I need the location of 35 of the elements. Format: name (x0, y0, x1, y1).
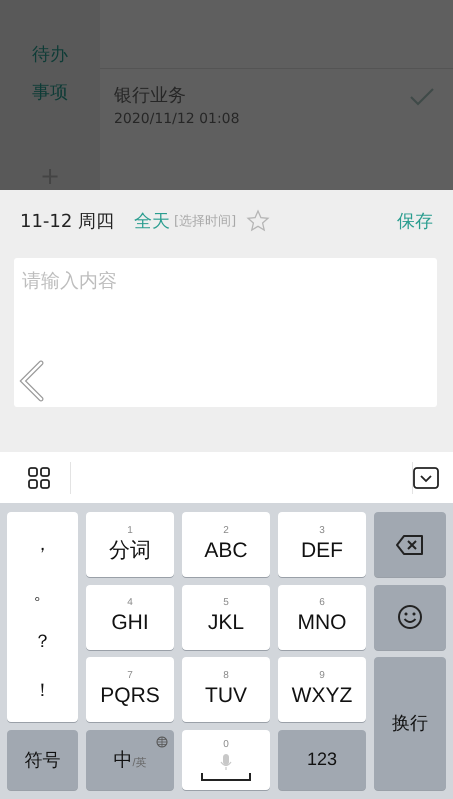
date-label[interactable]: 11-12 周四 (20, 209, 114, 233)
letter-key[interactable]: 1 分词 (86, 512, 174, 577)
punctuation-key[interactable]: 。 (34, 580, 52, 605)
keyboard-hide-icon[interactable] (413, 466, 439, 488)
star-icon[interactable] (246, 209, 270, 233)
punctuation-key[interactable]: ？ (34, 629, 52, 654)
emoji-key[interactable] (374, 584, 446, 650)
microphone-icon (220, 752, 232, 770)
letter-key[interactable]: 9 WXYZ (278, 657, 366, 722)
letter-key[interactable]: 7 PQRS (86, 657, 174, 722)
task-title: 银行业务 (114, 84, 187, 107)
globe-icon (156, 736, 168, 748)
letter-key[interactable]: 5 JKL (182, 584, 270, 650)
enter-key[interactable]: 换行 (374, 657, 446, 790)
grid-icon[interactable] (28, 466, 50, 488)
space-key[interactable]: 0 (182, 730, 270, 790)
content-field[interactable]: 请输入内容 (14, 258, 437, 407)
space-bar-icon (201, 772, 251, 780)
letter-key[interactable]: 2 ABC (182, 512, 270, 577)
backspace-key[interactable] (374, 512, 446, 577)
key-digit: 0 (223, 738, 229, 750)
check-icon[interactable] (409, 87, 435, 107)
letter-key[interactable]: 8 TUV (182, 657, 270, 722)
language-key[interactable]: 中/英 (86, 730, 174, 790)
punctuation-key[interactable]: ， (34, 532, 52, 556)
emoji-icon (397, 604, 423, 630)
keyboard-key[interactable]: 符号 (7, 730, 78, 790)
backspace-icon (395, 534, 425, 556)
letter-key[interactable]: 3 DEF (278, 512, 366, 577)
punctuation-key[interactable]: ！ (34, 678, 52, 702)
letter-key[interactable]: 6 MNO (278, 584, 366, 650)
keyboard-key[interactable]: 123 (278, 730, 366, 790)
letter-key[interactable]: 4 GHI (86, 584, 174, 650)
language-label: 中/英 (113, 748, 147, 772)
task-time: 2020/11/12 01:08 (114, 111, 240, 127)
